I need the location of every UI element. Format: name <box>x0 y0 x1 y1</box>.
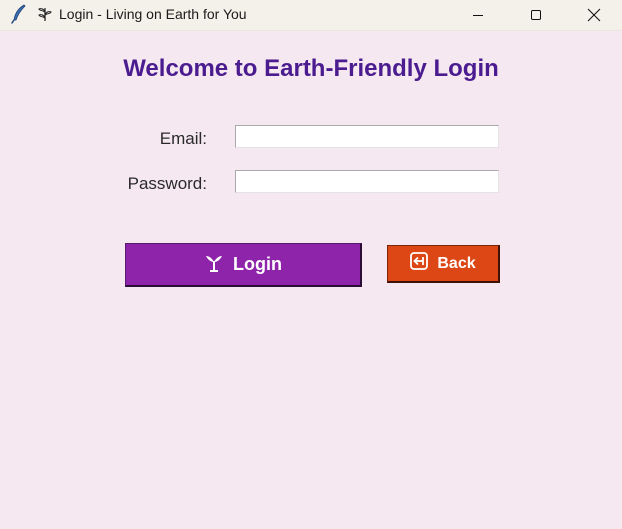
email-label: Email: <box>159 129 207 148</box>
password-field[interactable] <box>235 170 499 193</box>
login-button[interactable]: Login <box>125 243 362 287</box>
login-button-label: Login <box>233 254 282 274</box>
maximize-button[interactable] <box>507 0 565 30</box>
feather-icon <box>10 4 28 24</box>
leaf-icon <box>37 6 53 22</box>
window-titlebar: Login - Living on Earth for You <box>0 0 622 31</box>
back-arrow-icon <box>410 252 429 275</box>
minimize-icon <box>473 15 483 16</box>
page-title: Welcome to Earth-Friendly Login <box>123 55 499 82</box>
email-field[interactable] <box>235 125 499 148</box>
back-button-label: Back <box>437 254 476 272</box>
back-button[interactable]: Back <box>387 245 500 283</box>
close-button[interactable] <box>565 0 622 30</box>
password-label: Password: <box>127 174 207 193</box>
window-title: Login - Living on Earth for You <box>59 6 247 22</box>
minimize-button[interactable] <box>449 0 507 30</box>
close-icon <box>587 8 601 22</box>
plant-sprout-icon <box>204 252 224 277</box>
maximize-icon <box>531 10 541 20</box>
